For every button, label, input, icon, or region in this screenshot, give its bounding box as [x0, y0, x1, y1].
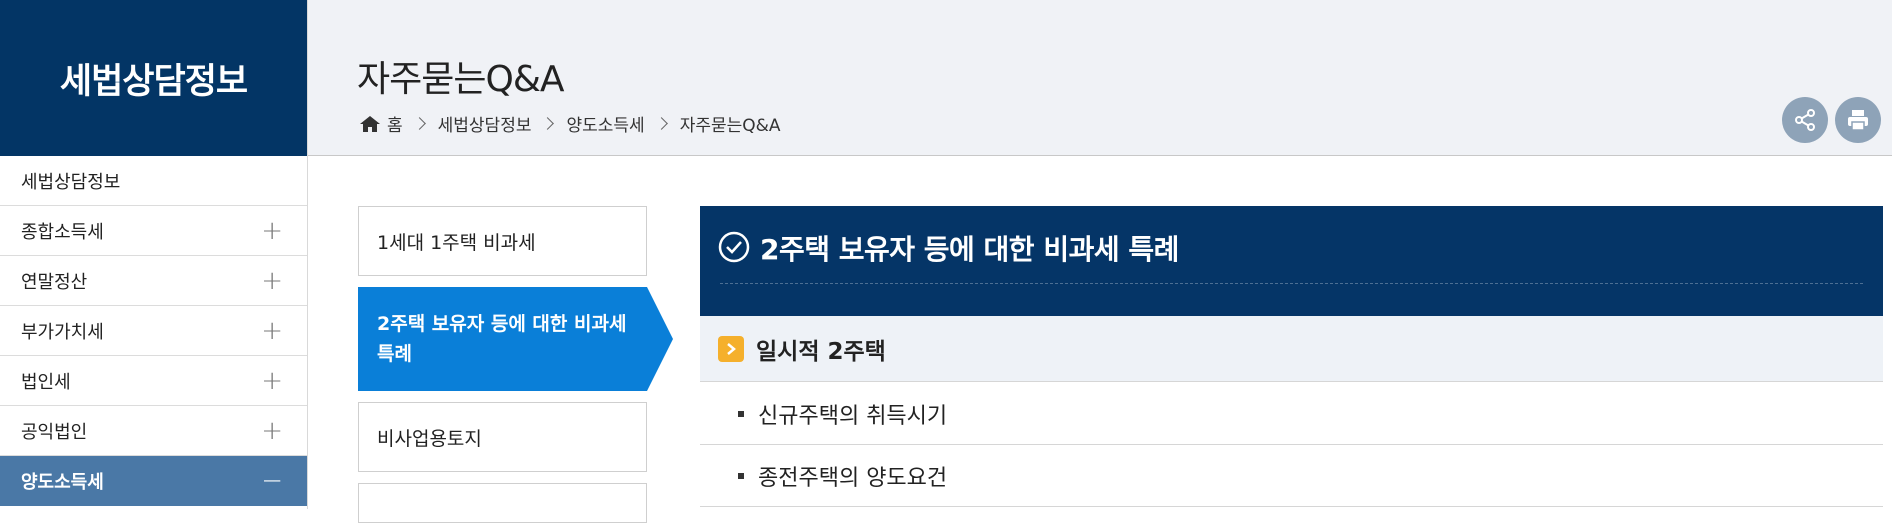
- section-title: 일시적 2주택: [756, 338, 886, 365]
- print-button[interactable]: [1835, 97, 1881, 143]
- page-title: 자주묻는Q&A: [357, 59, 565, 100]
- sidebar-item-label: 공익법인: [21, 421, 88, 443]
- breadcrumb-current: 자주묻는Q&A: [679, 116, 781, 136]
- sidebar-item-year-end[interactable]: 연말정산 +: [0, 256, 307, 306]
- print-icon: [1848, 110, 1868, 131]
- tab-non-business-land[interactable]: 비사업용토지: [358, 402, 647, 472]
- sidebar-item-corporate-tax[interactable]: 법인세 +: [0, 356, 307, 406]
- divider: [720, 283, 1863, 284]
- check-circle-icon: [718, 231, 750, 263]
- sidebar-item-label: 양도소득세: [21, 472, 104, 493]
- sidebar-item-vat[interactable]: 부가가치세 +: [0, 306, 307, 356]
- sidebar-menu: 세법상담정보 종합소득세 + 연말정산 + 부가가치세 + 법인세 + 공익법인…: [0, 156, 307, 506]
- breadcrumb-home[interactable]: 홈: [359, 111, 403, 136]
- chevron-right-icon: [541, 117, 555, 130]
- content-title: 2주택 보유자 등에 대한 비과세 특례: [760, 233, 1179, 266]
- tab-label: 2주택 보유자 등에 대한 비과세 특례: [377, 312, 627, 365]
- list-item-label: 신규주택의 취득시기: [758, 403, 948, 429]
- collapse-icon: −: [261, 466, 283, 496]
- tab-next[interactable]: [358, 483, 647, 523]
- breadcrumb: 홈 세법상담정보 양도소득세 자주묻는Q&A: [359, 111, 781, 136]
- sidebar-header: 세법상담정보: [0, 0, 307, 156]
- home-icon: [360, 115, 380, 132]
- share-icon: [1795, 109, 1815, 131]
- sidebar-item-label: 종합소득세: [21, 221, 104, 243]
- chevron-right-icon: [718, 335, 744, 362]
- share-button[interactable]: [1782, 97, 1828, 143]
- expand-icon: +: [261, 315, 283, 346]
- list-item-label: 종전주택의 양도요건: [758, 465, 948, 491]
- sidebar: 세법상담정보 세법상담정보 종합소득세 + 연말정산 + 부가가치세 + 법인세…: [0, 0, 308, 509]
- list-item[interactable]: 신규주택의 취득시기: [700, 383, 1883, 445]
- sidebar-item-tax-consult[interactable]: 세법상담정보: [0, 156, 307, 206]
- sidebar-item-label: 연말정산: [21, 271, 88, 293]
- sidebar-item-label: 법인세: [21, 371, 71, 393]
- chevron-right-icon: [412, 117, 426, 130]
- expand-icon: +: [261, 365, 283, 396]
- sidebar-item-transfer-tax[interactable]: 양도소득세 −: [0, 456, 307, 506]
- section-header: 일시적 2주택: [700, 316, 1883, 382]
- breadcrumb-home-label: 홈: [387, 116, 403, 136]
- list-item[interactable]: 종전주택의 양도요건: [700, 445, 1883, 507]
- tab-label: 비사업용토지: [377, 427, 482, 450]
- bullet-icon: [738, 472, 744, 479]
- sidebar-item-label: 세법상담정보: [21, 171, 121, 193]
- breadcrumb-item[interactable]: 세법상담정보: [438, 111, 532, 136]
- content-header: 2주택 보유자 등에 대한 비과세 특례: [700, 206, 1883, 316]
- bullet-icon: [738, 410, 744, 417]
- expand-icon: +: [261, 215, 283, 246]
- tab-two-house-exemption[interactable]: 2주택 보유자 등에 대한 비과세 특례: [358, 287, 647, 391]
- chevron-right-icon: [654, 117, 668, 130]
- sidebar-item-income-tax[interactable]: 종합소득세 +: [0, 206, 307, 256]
- tab-single-house[interactable]: 1세대 1주택 비과세: [358, 206, 647, 276]
- page-header: 자주묻는Q&A 홈 세법상담정보 양도소득세 자주묻는Q&A: [308, 0, 1892, 156]
- breadcrumb-item[interactable]: 양도소득세: [566, 111, 644, 136]
- sidebar-item-public-corp[interactable]: 공익법인 +: [0, 406, 307, 456]
- expand-icon: +: [261, 415, 283, 446]
- sidebar-title: 세법상담정보: [59, 61, 248, 102]
- tab-label: 1세대 1주택 비과세: [377, 231, 536, 254]
- sidebar-item-label: 부가가치세: [21, 321, 104, 343]
- expand-icon: +: [261, 265, 283, 296]
- active-tab-pointer: [647, 287, 673, 391]
